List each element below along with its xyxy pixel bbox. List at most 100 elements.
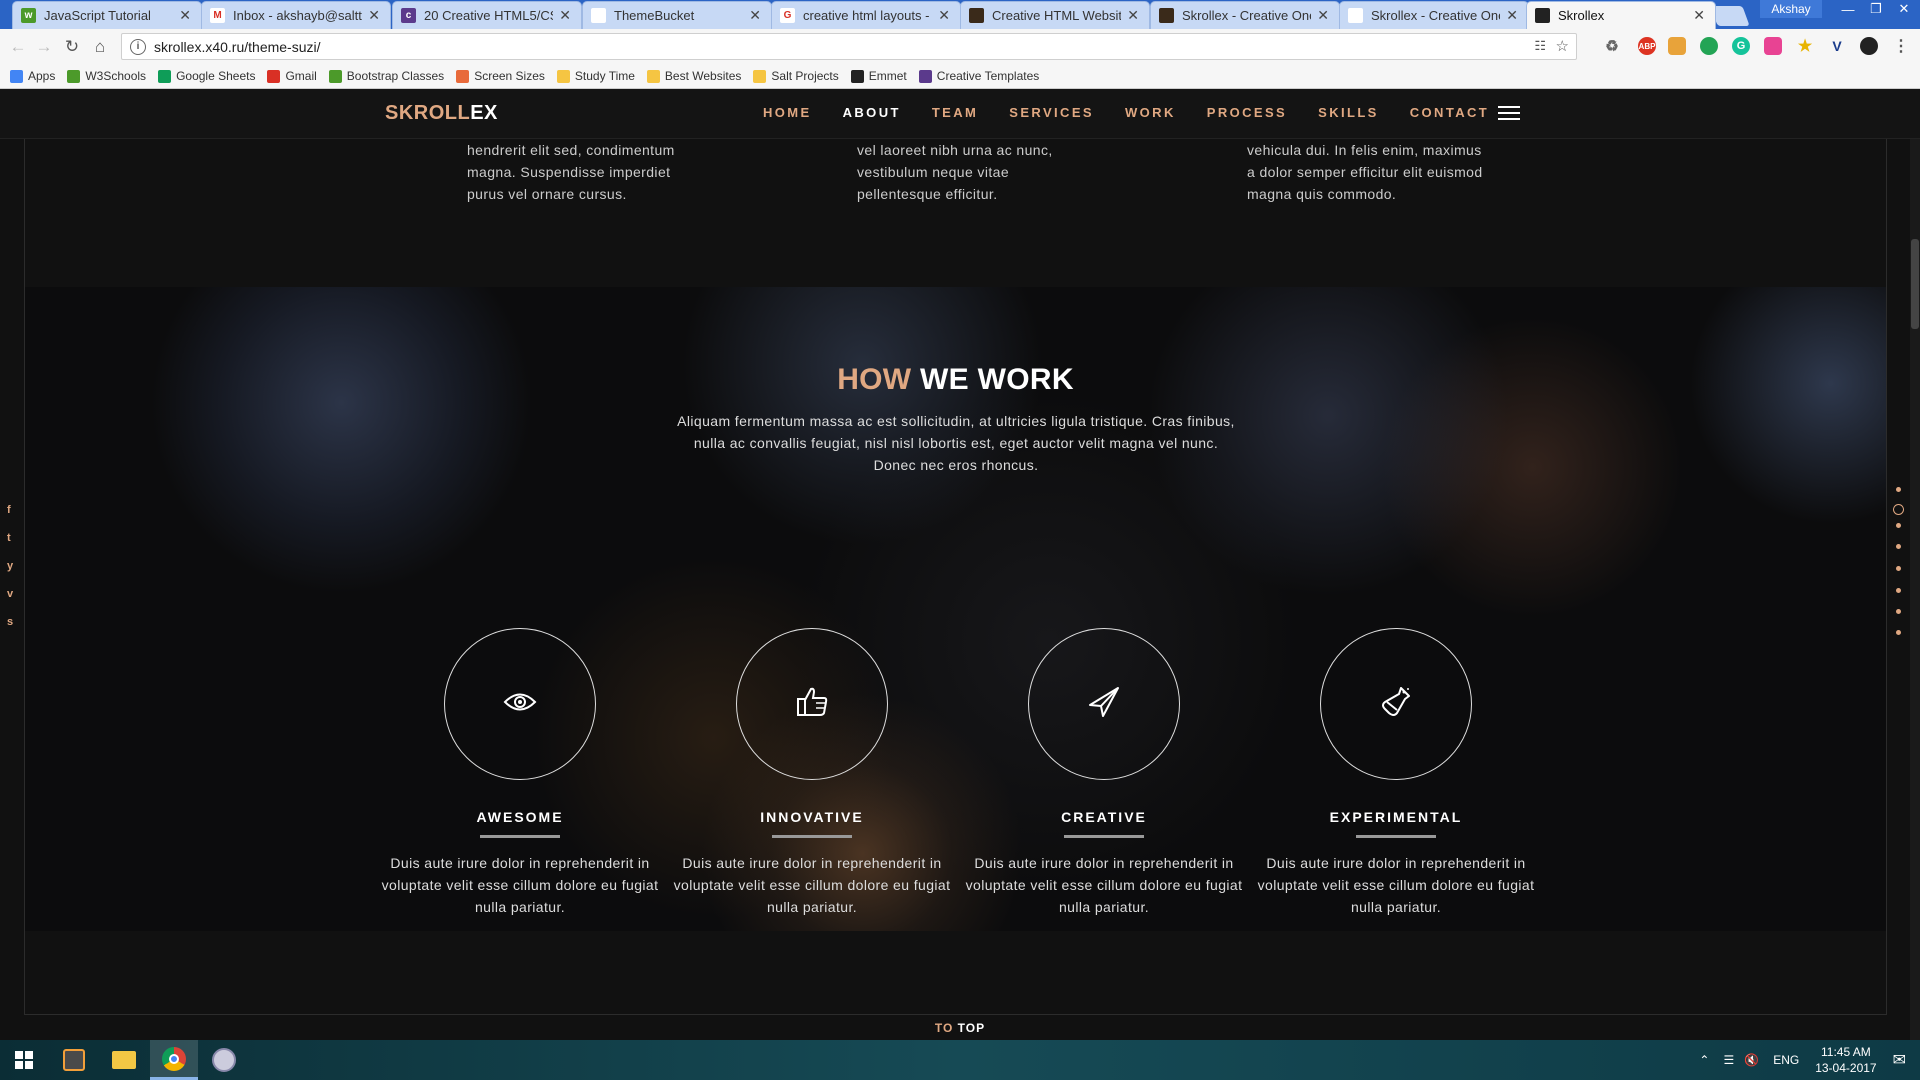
bookmark-icon <box>10 69 23 83</box>
menu-item-skills[interactable]: SKILLS <box>1318 105 1379 120</box>
browser-tab[interactable]: M Inbox - akshayb@saltte ✕ <box>201 1 391 29</box>
section-nav-dot[interactable] <box>1896 588 1901 593</box>
browser-tab[interactable]: ThemeBucket ✕ <box>582 1 772 29</box>
tab-close-icon[interactable]: ✕ <box>1693 7 1705 24</box>
bookmark-label: Bootstrap Classes <box>346 69 445 83</box>
bookmark-item[interactable]: Best Websites <box>646 69 741 83</box>
bookmark-item[interactable]: Google Sheets <box>158 69 255 83</box>
tab-close-icon[interactable]: ✕ <box>1506 7 1518 24</box>
new-tab-button[interactable] <box>1710 6 1750 26</box>
language-indicator[interactable]: ENG <box>1773 1053 1799 1067</box>
tab-close-icon[interactable]: ✕ <box>368 7 380 24</box>
browser-tab[interactable]: w JavaScript Tutorial ✕ <box>12 1 202 29</box>
bookmark-item[interactable]: Bootstrap Classes <box>328 69 445 83</box>
menu-item-process[interactable]: PROCESS <box>1207 105 1287 120</box>
feature-circle[interactable] <box>1028 628 1180 780</box>
tab-close-icon[interactable]: ✕ <box>559 7 571 24</box>
bookmark-star-icon[interactable]: ☆ <box>1556 37 1569 55</box>
adblock-icon[interactable]: ABP <box>1638 37 1656 55</box>
bookmark-label: W3Schools <box>85 69 147 83</box>
bookmark-item[interactable]: Screen Sizes <box>456 69 545 83</box>
bookmark-item[interactable]: Apps <box>10 69 55 83</box>
browser-tab[interactable]: Skrollex ✕ <box>1526 1 1716 29</box>
tab-close-icon[interactable]: ✕ <box>1317 7 1329 24</box>
section-nav-dot[interactable] <box>1896 487 1901 492</box>
restore-icon[interactable]: ❐ <box>1862 0 1890 18</box>
volume-muted-icon[interactable]: 🔇 <box>1744 1053 1759 1067</box>
minimize-icon[interactable]: — <box>1834 0 1862 18</box>
bookmark-item[interactable]: Study Time <box>556 69 635 83</box>
section-nav-dot[interactable] <box>1896 566 1901 571</box>
forward-icon[interactable]: → <box>32 35 56 59</box>
feature-circle[interactable] <box>444 628 596 780</box>
browser-tab[interactable]: Creative HTML Website ✕ <box>960 1 1150 29</box>
reload-icon[interactable]: ↻ <box>60 35 84 59</box>
extension-key-icon[interactable] <box>1668 37 1686 55</box>
menu-item-team[interactable]: TEAM <box>932 105 978 120</box>
paint-app-icon[interactable] <box>200 1040 248 1080</box>
browser-tab[interactable]: c 20 Creative HTML5/CSS ✕ <box>392 1 582 29</box>
start-button[interactable] <box>0 1040 48 1080</box>
bookmark-item[interactable]: W3Schools <box>67 69 146 83</box>
menu-item-contact[interactable]: CONTACT <box>1410 105 1489 120</box>
menu-item-about[interactable]: ABOUT <box>843 105 901 120</box>
tab-title: 20 Creative HTML5/CSS <box>424 8 554 23</box>
twitter-icon[interactable]: t <box>7 532 11 544</box>
hamburger-menu-icon[interactable] <box>1498 106 1520 122</box>
extension-dark-icon[interactable] <box>1860 37 1878 55</box>
feature-description: Duis aute irure dolor in reprehenderit i… <box>965 855 1243 915</box>
close-window-icon[interactable]: ✕ <box>1890 0 1918 18</box>
tray-chevron-icon[interactable]: ⌃ <box>1699 1053 1709 1067</box>
bookmark-icon <box>753 69 767 83</box>
translate-icon[interactable]: ☷ <box>1534 38 1546 54</box>
browser-tab[interactable]: Gcreative html layouts - G ✕ <box>771 1 961 29</box>
action-center-icon[interactable]: ✉ <box>1893 1050 1906 1070</box>
youtube-icon[interactable]: y <box>7 560 13 572</box>
section-nav-dot[interactable] <box>1896 609 1901 614</box>
site-logo[interactable]: SKROLLEX <box>385 102 498 125</box>
extension-green-icon[interactable] <box>1700 37 1718 55</box>
bookmark-item[interactable]: Emmet <box>850 69 907 83</box>
section-nav-dot[interactable] <box>1896 523 1901 528</box>
tab-close-icon[interactable]: ✕ <box>938 7 950 24</box>
menu-item-home[interactable]: HOME <box>763 105 812 120</box>
bookmark-item[interactable]: Creative Templates <box>918 69 1039 83</box>
profile-button[interactable]: Akshay <box>1760 0 1822 18</box>
skype-icon[interactable]: s <box>7 616 13 628</box>
menu-item-work[interactable]: WORK <box>1125 105 1176 120</box>
extension-v-icon[interactable]: V <box>1828 37 1846 55</box>
scrollbar-thumb[interactable] <box>1911 239 1919 329</box>
menu-item-services[interactable]: SERVICES <box>1009 105 1094 120</box>
facebook-icon[interactable]: f <box>7 504 11 516</box>
bookmark-item[interactable]: Gmail <box>267 69 317 83</box>
site-info-icon[interactable]: i <box>130 38 146 55</box>
file-explorer-icon[interactable] <box>100 1040 148 1080</box>
tab-close-icon[interactable]: ✕ <box>749 7 761 24</box>
chrome-taskbar-icon[interactable] <box>150 1040 198 1080</box>
extension-star-icon[interactable]: ★ <box>1796 37 1814 55</box>
browser-tab[interactable]: Skrollex - Creative One ✕ <box>1150 1 1340 29</box>
wifi-icon[interactable]: ☰ <box>1723 1053 1734 1067</box>
section-nav-dot[interactable] <box>1896 544 1901 549</box>
grammarly-icon[interactable]: G <box>1732 37 1750 55</box>
feature-circle[interactable] <box>736 628 888 780</box>
vimeo-icon[interactable]: v <box>7 588 13 600</box>
clock[interactable]: 11:45 AM 13-04-2017 <box>1815 1044 1876 1076</box>
sublime-text-icon[interactable] <box>50 1040 98 1080</box>
home-icon[interactable]: ⌂ <box>88 35 112 59</box>
section-nav-dot[interactable] <box>1896 630 1901 635</box>
browser-menu-icon[interactable]: ⋮ <box>1892 37 1910 55</box>
section-nav-dot[interactable] <box>1893 504 1904 515</box>
address-bar[interactable]: i skrollex.x40.ru/theme-suzi/ ☷ ☆ <box>121 33 1577 60</box>
tab-close-icon[interactable]: ✕ <box>179 7 191 24</box>
extension-pink-icon[interactable] <box>1764 37 1782 55</box>
page-scrollbar[interactable] <box>1910 89 1920 1040</box>
browser-tab[interactable]: Skrollex - Creative One ✕ <box>1339 1 1529 29</box>
about-text-line: magna. Suspendisse imperdiet <box>467 164 671 180</box>
bookmark-item[interactable]: Salt Projects <box>753 69 839 83</box>
tab-close-icon[interactable]: ✕ <box>1127 7 1139 24</box>
back-icon[interactable]: ← <box>6 35 30 59</box>
recycle-extension-icon[interactable]: ♻ <box>1603 37 1621 55</box>
to-top-link[interactable]: TO TOP <box>0 1021 1920 1035</box>
feature-circle[interactable] <box>1320 628 1472 780</box>
